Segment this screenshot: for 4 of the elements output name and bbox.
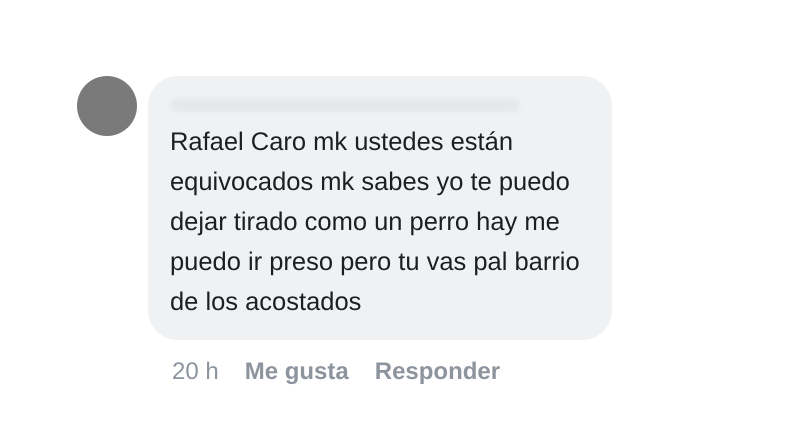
action-link[interactable]: Responder: [374, 358, 500, 386]
action-link[interactable]: Me gusta: [244, 358, 349, 386]
timestamp[interactable]: 20 h: [172, 358, 219, 386]
comment-text: Rafael Caro mk ustedes están equivocados mk sabes yo te puedo dejar tirado como un perro hay me puedo ir preso pero tu vas pal barrio de los acostados: [170, 127, 581, 318]
